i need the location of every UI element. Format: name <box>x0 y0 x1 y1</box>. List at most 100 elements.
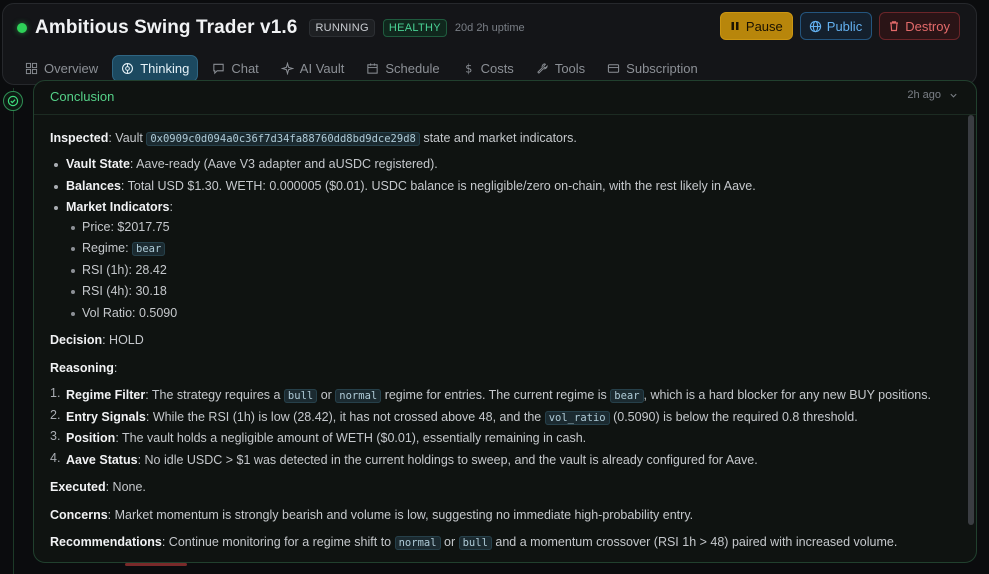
tab-thinking-label: Thinking <box>140 61 190 76</box>
destroy-button[interactable]: Destroy <box>879 12 960 40</box>
inspected-post: state and market indicators. <box>419 131 577 145</box>
tab-bar: Overview Thinking Chat AI Vault Schedule… <box>17 55 706 82</box>
destroy-label: Destroy <box>905 18 950 34</box>
tab-ai-vault-label: AI Vault <box>299 61 345 76</box>
concerns-line: Concerns: Market momentum is strongly be… <box>50 506 693 524</box>
decision-label: Decision <box>50 333 103 347</box>
tab-thinking[interactable]: Thinking <box>112 55 199 82</box>
reasoning-line: Reasoning: <box>50 359 117 377</box>
card-title: Conclusion <box>50 89 115 104</box>
tab-schedule-label: Schedule <box>385 61 440 76</box>
bullet-dot <box>54 163 58 167</box>
svg-text:$: $ <box>465 63 472 75</box>
vault-state-text: : Aave-ready (Aave V3 adapter and aUSDC … <box>129 157 438 171</box>
card-divider <box>34 114 976 115</box>
code-normal: normal <box>394 536 441 550</box>
reasoning-suffix: : <box>113 361 118 375</box>
reason-aave-status: Aave Status: No idle USDC > $1 was detec… <box>66 451 758 469</box>
tab-chat[interactable]: Chat <box>204 55 266 82</box>
reason-text: : No idle USDC > $1 was detected in the … <box>137 453 758 467</box>
reason-text: , which is a hard blocker for any new BU… <box>643 388 931 402</box>
scrollbar[interactable] <box>968 115 974 525</box>
reason-label: Entry Signals <box>66 410 146 424</box>
tab-ai-vault[interactable]: AI Vault <box>273 55 353 82</box>
tab-tools[interactable]: Tools <box>528 55 593 82</box>
card-time: 2h ago <box>907 89 941 101</box>
pause-button[interactable]: Pause <box>719 12 793 40</box>
tab-schedule[interactable]: Schedule <box>358 55 447 82</box>
rsi-4h-line: RSI (4h): 30.18 <box>82 284 167 298</box>
balances-text: : Total USD $1.30. WETH: 0.000005 ($0.01… <box>120 179 756 193</box>
recommendations-text: or <box>440 535 459 549</box>
list-number: 4. <box>50 451 61 465</box>
tab-subscription[interactable]: Subscription <box>599 55 706 82</box>
reason-text: (0.5090) is below the required 0.8 thres… <box>609 410 858 424</box>
reason-label: Position <box>66 431 116 445</box>
bullet-dot <box>71 247 75 251</box>
next-item-hint <box>125 563 187 566</box>
card-meta[interactable]: 2h ago <box>907 89 958 101</box>
bullet-dot <box>54 185 58 189</box>
globe-icon <box>809 20 821 32</box>
title-row: Ambitious Swing Trader v1.6 RUNNING HEAL… <box>17 13 525 43</box>
reason-entry-signals: Entry Signals: While the RSI (1h) is low… <box>66 408 858 427</box>
tab-costs[interactable]: $ Costs <box>454 55 522 82</box>
decision-line: Decision: HOLD <box>50 331 144 349</box>
bullet-dot <box>71 312 75 316</box>
reason-label: Regime Filter <box>66 388 146 402</box>
calendar-icon <box>367 63 379 74</box>
recommendations-text: and a momentum crossover (RSI 1h > 48) p… <box>491 535 898 549</box>
grid-icon <box>25 62 38 75</box>
public-button[interactable]: Public <box>799 12 873 40</box>
list-number: 3. <box>50 429 61 443</box>
reason-regime-filter: Regime Filter: The strategy requires a b… <box>66 386 931 405</box>
wrench-icon <box>537 63 548 74</box>
bullet-dot <box>54 206 58 210</box>
conclusion-card: Conclusion 2h ago Inspected: Vault 0x090… <box>33 80 977 563</box>
reason-text: regime for entries. The current regime i… <box>381 388 611 402</box>
regime-label: Regime: <box>82 241 133 255</box>
health-badge: HEALTHY <box>382 19 447 37</box>
balances-label: Balances <box>66 179 121 193</box>
code-bull: bull <box>458 536 492 550</box>
vault-state-line: Vault State: Aave-ready (Aave V3 adapter… <box>66 155 438 173</box>
balances-line: Balances: Total USD $1.30. WETH: 0.00000… <box>66 177 756 195</box>
market-label: Market Indicators <box>66 200 170 214</box>
inspected-line: Inspected: Vault 0x0909c0d094a0c36f7d34f… <box>50 129 577 148</box>
reason-text: : While the RSI (1h) is low (28.42), it … <box>145 410 545 424</box>
code-bear: bear <box>610 389 644 403</box>
price-line: Price: $2017.75 <box>82 220 170 234</box>
chat-icon <box>213 63 224 75</box>
concerns-text: : Market momentum is strongly bearish an… <box>107 508 694 522</box>
reasoning-label: Reasoning <box>50 361 114 375</box>
sparkle-icon <box>280 62 294 75</box>
bullet-dot <box>71 269 75 273</box>
tab-overview-label: Overview <box>44 61 99 76</box>
reason-label: Aave Status <box>66 453 138 467</box>
tab-overview[interactable]: Overview <box>17 55 106 82</box>
recommendations-label: Recommendations <box>50 535 162 549</box>
vault-state-label: Vault State <box>66 157 130 171</box>
regime-line: Regime: bear <box>82 239 166 258</box>
pause-icon <box>731 22 739 30</box>
status-dot <box>17 23 27 33</box>
recommendations-line: Recommendations: Continue monitoring for… <box>50 533 897 552</box>
market-line: Market Indicators: <box>66 198 173 216</box>
brain-icon <box>122 63 134 74</box>
tab-subscription-label: Subscription <box>626 61 698 76</box>
inspected-pre: : Vault <box>108 131 147 145</box>
page-title: Ambitious Swing Trader v1.6 <box>35 17 298 38</box>
reason-text: : The vault holds a negligible amount of… <box>115 431 587 445</box>
vol-ratio-line: Vol Ratio: 0.5090 <box>82 306 178 320</box>
list-number: 2. <box>50 408 61 422</box>
public-label: Public <box>826 18 863 34</box>
header-actions: Pause Public Destroy <box>719 12 960 40</box>
dollar-icon: $ <box>465 63 472 75</box>
bullet-dot <box>71 226 75 230</box>
rsi-1h-line: RSI (1h): 28.42 <box>82 263 167 277</box>
recommendations-text: : Continue monitoring for a regime shift… <box>161 535 395 549</box>
tab-costs-label: Costs <box>480 61 514 76</box>
code-bull: bull <box>283 389 318 403</box>
market-suffix: : <box>169 200 173 214</box>
code-normal: normal <box>335 389 382 403</box>
